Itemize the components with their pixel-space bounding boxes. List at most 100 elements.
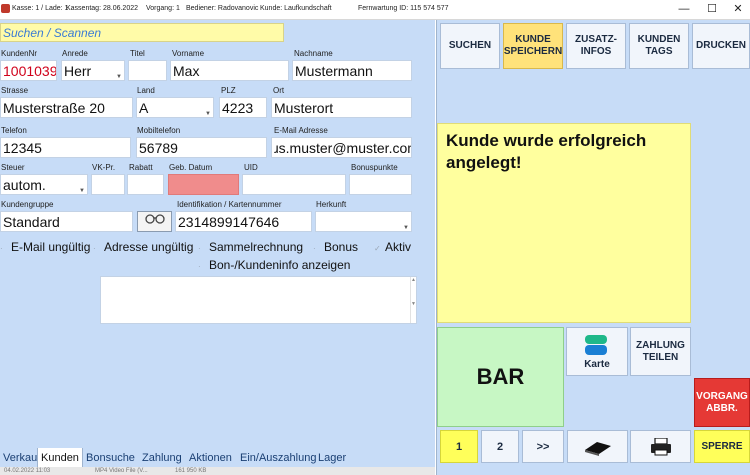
next-page-button[interactable]: >> bbox=[522, 430, 564, 463]
tab-aktionen[interactable]: Aktionen bbox=[186, 448, 235, 468]
identifikation-label: Identifikation / Kartennummer bbox=[177, 200, 282, 209]
bonuspunkte-field[interactable] bbox=[349, 174, 412, 195]
print-receipt-button[interactable] bbox=[630, 430, 691, 463]
anrede-value: Herr bbox=[64, 63, 92, 79]
customer-form-panel: Suchen / Scannen KundenNr 1001039 Anrede… bbox=[0, 20, 435, 468]
checkbox-mark: · bbox=[198, 244, 201, 253]
drucken-button[interactable]: DRUCKEN bbox=[692, 23, 750, 69]
bonuspunkte-label: Bonuspunkte bbox=[351, 163, 398, 172]
chevron-down-icon: ▼ bbox=[79, 188, 85, 194]
titel-field[interactable] bbox=[128, 60, 167, 81]
minimize-button[interactable]: — bbox=[676, 2, 692, 16]
zahlung-teilen-button[interactable]: ZAHLUNG TEILEN bbox=[630, 327, 691, 376]
checkbox-bon-kundeninfo[interactable]: · Bon-/Kundeninfo anzeigen bbox=[198, 258, 350, 272]
tab-ein-auszahlung[interactable]: Ein/Auszahlung bbox=[237, 448, 319, 468]
nachname-label: Nachname bbox=[294, 49, 333, 58]
title-bar: Kasse: 1 / Lade: 1 Kassentag: 28.06.2022… bbox=[0, 0, 750, 20]
gebdatum-field[interactable] bbox=[168, 174, 239, 195]
steuer-select[interactable]: autom. ▼ bbox=[0, 174, 88, 195]
mobiltelefon-label: Mobiltelefon bbox=[137, 126, 181, 135]
checkbox-mark: · bbox=[0, 244, 3, 253]
land-select[interactable]: A ▼ bbox=[136, 97, 214, 118]
book-icon bbox=[584, 441, 611, 456]
steuer-value: autom. bbox=[3, 177, 46, 193]
bar-payment-button[interactable]: BAR bbox=[437, 327, 564, 427]
karte-payment-button[interactable]: Karte bbox=[566, 327, 628, 376]
checkbox-label: Sammelrechnung bbox=[209, 240, 304, 254]
kundengruppe-label: Kundengruppe bbox=[1, 200, 54, 209]
kundennr-label: KundenNr bbox=[1, 49, 38, 58]
vorgang-abbrechen-button[interactable]: VORGANG ABBR. bbox=[694, 378, 750, 427]
gebdatum-label: Geb. Datum bbox=[169, 163, 213, 172]
chevron-down-icon: ▼ bbox=[205, 111, 211, 117]
vkpr-label: VK-Pr. bbox=[92, 163, 116, 172]
checkbox-label: Adresse ungültig bbox=[104, 240, 194, 254]
checkbox-sammelrechnung[interactable]: · Sammelrechnung bbox=[198, 240, 303, 254]
land-value: A bbox=[139, 100, 149, 116]
sperre-button[interactable]: SPERRE bbox=[694, 430, 750, 463]
card-payment-icon bbox=[585, 334, 607, 355]
book-button[interactable] bbox=[567, 430, 628, 463]
telefon-field[interactable]: 12345 bbox=[0, 137, 131, 158]
nachname-field[interactable]: Mustermann bbox=[292, 60, 412, 81]
tab-kunden[interactable]: Kunden bbox=[37, 448, 83, 468]
checkbox-aktiv[interactable]: ✓ Aktiv bbox=[374, 240, 411, 254]
card-glasses-icon bbox=[144, 214, 165, 224]
page-2-button[interactable]: 2 bbox=[481, 430, 519, 463]
rabatt-label: Rabatt bbox=[129, 163, 153, 172]
kunde-speichern-button[interactable]: KUNDE SPEICHERN bbox=[503, 23, 563, 69]
identifikation-field[interactable]: 2314899147646 bbox=[175, 211, 312, 232]
kundennr-field[interactable]: 1001039 bbox=[0, 60, 57, 81]
chevron-down-icon: ▼ bbox=[403, 225, 409, 231]
karte-label: Karte bbox=[584, 358, 610, 370]
checkbox-email-ungueltig[interactable]: · E-Mail ungültig bbox=[0, 240, 90, 254]
land-label: Land bbox=[137, 86, 155, 95]
email-field[interactable]: ɹs.muster@muster.com bbox=[271, 137, 412, 158]
strasse-label: Strasse bbox=[1, 86, 29, 95]
title-kunde: Kunde: Laufkundschaft bbox=[260, 5, 332, 12]
ort-field[interactable]: Musterort bbox=[271, 97, 412, 118]
herkunft-select[interactable]: ▼ bbox=[315, 211, 412, 232]
search-scan-input[interactable]: Suchen / Scannen bbox=[0, 23, 284, 42]
strasse-field[interactable]: Musterstraße 20 bbox=[0, 97, 133, 118]
zusatzinfos-button[interactable]: ZUSATZ-INFOS bbox=[566, 23, 626, 69]
status-bar: 04.02.2022 11:03 MP4 Video File (V... 16… bbox=[0, 467, 435, 475]
checkbox-mark: · bbox=[198, 262, 201, 271]
checkbox-mark: · bbox=[93, 244, 96, 253]
rabatt-field[interactable] bbox=[127, 174, 164, 195]
kundengruppe-field[interactable]: Standard bbox=[0, 211, 133, 232]
title-vorgang: Vorgang: 1 bbox=[146, 5, 180, 12]
checkbox-mark: ✓ bbox=[374, 244, 381, 253]
title-fernwartung: Fernwartung ID: 115 574 577 bbox=[358, 5, 449, 12]
tab-bonsuche[interactable]: Bonsuche bbox=[83, 448, 138, 468]
app-icon bbox=[1, 4, 10, 13]
suchen-button[interactable]: SUCHEN bbox=[440, 23, 500, 69]
checkbox-adresse-ungueltig[interactable]: · Adresse ungültig bbox=[93, 240, 193, 254]
close-button[interactable]: ✕ bbox=[730, 2, 746, 16]
tab-lager[interactable]: Lager bbox=[315, 448, 349, 468]
vkpr-field[interactable] bbox=[91, 174, 125, 195]
status-type: MP4 Video File (V... bbox=[95, 468, 148, 474]
mobiltelefon-field[interactable]: 56789 bbox=[136, 137, 267, 158]
checkbox-label: Bon-/Kundeninfo anzeigen bbox=[209, 258, 351, 272]
notes-scrollbar[interactable]: ▲ ▼ bbox=[410, 277, 416, 323]
maximize-button[interactable]: ☐ bbox=[704, 2, 720, 16]
vorname-field[interactable]: Max bbox=[170, 60, 289, 81]
title-kassentag: Kassentag: 28.06.2022 bbox=[66, 5, 139, 12]
uid-field[interactable] bbox=[242, 174, 346, 195]
plz-field[interactable]: 4223 bbox=[219, 97, 267, 118]
tab-zahlung[interactable]: Zahlung bbox=[139, 448, 185, 468]
bottom-tabs: Verkauf Kunden Bonsuche Zahlung Aktionen… bbox=[0, 448, 435, 468]
chevron-down-icon: ▼ bbox=[116, 74, 122, 80]
checkbox-bonus[interactable]: · Bonus bbox=[313, 240, 358, 254]
checkbox-mark: · bbox=[313, 244, 316, 253]
herkunft-label: Herkunft bbox=[316, 200, 347, 209]
checkbox-label: Aktiv bbox=[385, 240, 412, 254]
page-1-button[interactable]: 1 bbox=[440, 430, 478, 463]
anrede-select[interactable]: Herr ▼ bbox=[61, 60, 125, 81]
card-reader-button[interactable] bbox=[137, 211, 172, 232]
notes-textarea[interactable]: ▲ ▼ bbox=[100, 276, 417, 324]
kunden-tags-button[interactable]: KUNDEN TAGS bbox=[629, 23, 689, 69]
steuer-label: Steuer bbox=[1, 163, 25, 172]
status-date: 04.02.2022 11:03 bbox=[4, 468, 51, 474]
